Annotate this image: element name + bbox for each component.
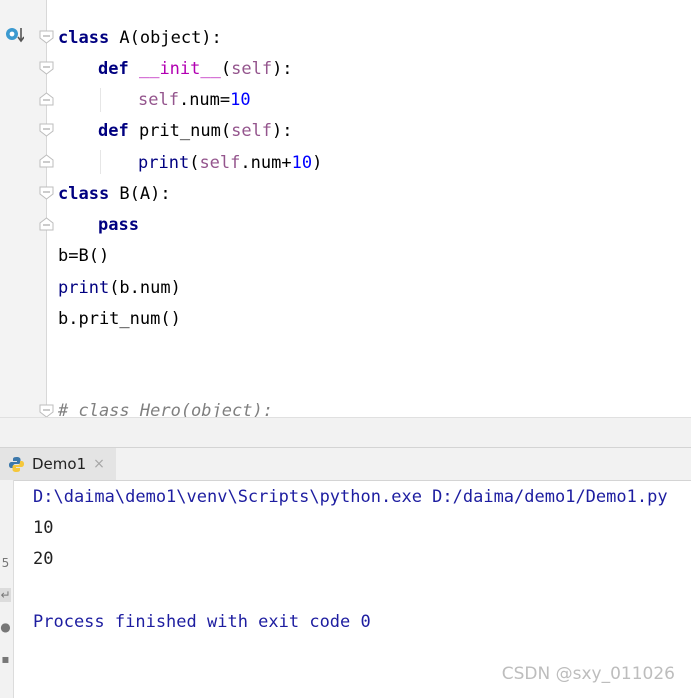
fold-marker-icon[interactable] bbox=[39, 61, 54, 75]
fold-end-marker-icon[interactable] bbox=[39, 217, 54, 231]
builtin-function: print bbox=[58, 278, 110, 298]
watermark: CSDN @sxy_011026 bbox=[501, 664, 675, 684]
paren: ): bbox=[272, 121, 293, 141]
number-literal: 10 bbox=[291, 153, 313, 173]
soft-wrap-icon[interactable]: ↵ bbox=[0, 588, 11, 602]
code-line[interactable]: b=B() bbox=[58, 245, 109, 267]
paren: ( bbox=[220, 59, 232, 79]
statement: b=B() bbox=[58, 246, 110, 266]
pin-icon[interactable]: ● bbox=[0, 620, 11, 634]
number-literal: 10 bbox=[230, 90, 251, 110]
keyword: def bbox=[98, 121, 129, 141]
code-line[interactable]: print(self.num+10) bbox=[138, 152, 322, 174]
code-line[interactable]: def prit_num(self): bbox=[98, 120, 293, 142]
code-editor[interactable]: class A(object): def __init__(self): sel… bbox=[0, 0, 691, 417]
run-toolbar: 5 ↵ ● ▪ bbox=[0, 480, 14, 698]
magic-method-name: __init__ bbox=[138, 59, 221, 79]
indent-guide bbox=[100, 88, 101, 112]
paren: ) bbox=[312, 153, 323, 173]
console-exit-message: Process finished with exit code 0 bbox=[33, 612, 371, 632]
code-line[interactable]: def __init__(self): bbox=[98, 58, 293, 80]
class-signature: A(object): bbox=[109, 28, 222, 48]
code-line[interactable]: class A(object): bbox=[58, 27, 222, 49]
run-panel-header: Demo1 × bbox=[0, 447, 691, 481]
console-command-line: D:\daima\demo1\venv\Scripts\python.exe D… bbox=[33, 487, 668, 507]
code-line[interactable]: b.prit_num() bbox=[58, 308, 181, 330]
method-name: prit_num( bbox=[128, 121, 232, 141]
self-token: self bbox=[199, 153, 241, 173]
keyword: class bbox=[58, 184, 110, 204]
builtin-function: print bbox=[138, 153, 190, 173]
print-icon[interactable]: ▪ bbox=[0, 652, 11, 666]
close-icon[interactable]: × bbox=[93, 456, 105, 472]
paren: ): bbox=[272, 59, 293, 79]
call-args: (b.num) bbox=[109, 278, 181, 298]
console-output-line: 20 bbox=[33, 549, 54, 569]
run-tab-label: Demo1 bbox=[32, 455, 87, 473]
fold-end-marker-icon[interactable] bbox=[39, 154, 54, 168]
self-token: self bbox=[231, 121, 273, 141]
fold-marker-icon[interactable] bbox=[39, 30, 54, 44]
keyword: pass bbox=[98, 215, 139, 235]
code-line[interactable]: print(b.num) bbox=[58, 277, 181, 299]
run-tab-demo1[interactable]: Demo1 × bbox=[0, 448, 116, 480]
comment: # class Hero(object): bbox=[58, 401, 273, 417]
attribute-expr: .num+ bbox=[240, 153, 292, 173]
class-signature: B(A): bbox=[109, 184, 171, 204]
paren: ( bbox=[189, 153, 200, 173]
fold-end-marker-icon[interactable] bbox=[39, 92, 54, 106]
keyword: def bbox=[98, 59, 129, 79]
code-line[interactable]: class B(A): bbox=[58, 183, 171, 205]
attribute-assign: .num= bbox=[178, 90, 231, 110]
fold-marker-icon[interactable] bbox=[39, 404, 54, 417]
self-token: self bbox=[138, 90, 179, 110]
self-token: self bbox=[231, 59, 273, 79]
python-file-icon bbox=[9, 456, 24, 472]
code-line[interactable]: self.num=10 bbox=[138, 89, 251, 111]
rerun-icon[interactable]: 5 bbox=[0, 556, 11, 570]
code-line[interactable]: pass bbox=[98, 214, 139, 236]
fold-marker-icon[interactable] bbox=[39, 186, 54, 200]
statement: b.prit_num() bbox=[58, 309, 181, 329]
indent-guide bbox=[100, 150, 101, 174]
fold-marker-icon[interactable] bbox=[39, 123, 54, 137]
run-breakpoint-icon[interactable] bbox=[4, 23, 24, 45]
console-output-line: 10 bbox=[33, 518, 54, 538]
keyword: class bbox=[58, 28, 110, 48]
code-line[interactable]: # class Hero(object): bbox=[58, 400, 273, 417]
editor-bottom-strip bbox=[0, 417, 691, 448]
